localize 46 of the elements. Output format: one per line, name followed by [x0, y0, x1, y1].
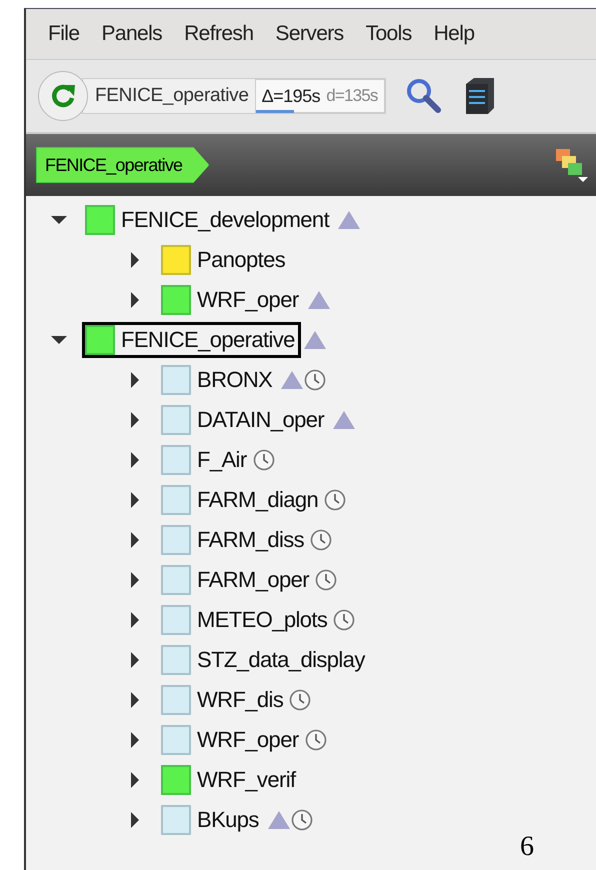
tree-node[interactable]: BKups [158, 802, 265, 838]
node-name: FENICE_development [121, 207, 330, 233]
tree-node[interactable]: DATAIN_oper [158, 402, 330, 438]
tree-node[interactable]: FARM_diss [158, 522, 310, 558]
server-name: FENICE_operative [95, 85, 249, 107]
tree-node[interactable]: WRF_oper [158, 282, 305, 318]
tree-node[interactable]: FENICE_development [82, 202, 336, 238]
node-name: F_Air [197, 447, 247, 473]
node-name: FENICE_operative [121, 327, 295, 353]
tree-node[interactable]: WRF_oper [158, 722, 305, 758]
tree-node[interactable]: STZ_data_display [158, 642, 371, 678]
node-name: BKups [197, 807, 259, 833]
node-name: WRF_verif [197, 767, 296, 793]
menu-item[interactable]: Refresh [184, 22, 254, 46]
node-name: BRONX [197, 367, 272, 393]
refresh-interval: d=135s [326, 86, 378, 106]
tree-node[interactable]: WRF_dis [158, 682, 290, 718]
node-name: FARM_diagn [197, 487, 318, 513]
refresh-button[interactable] [38, 71, 88, 121]
tree-node[interactable]: FARM_diagn [158, 482, 324, 518]
node-name: WRF_oper [197, 727, 299, 753]
tree-node[interactable]: BRONX [158, 362, 278, 398]
node-name: STZ_data_display [197, 647, 365, 673]
menu-item[interactable]: Tools [366, 22, 412, 46]
tree-node[interactable]: FARM_oper [158, 562, 315, 598]
tree-node[interactable]: METEO_plots [158, 602, 334, 638]
tree-node[interactable]: F_Air [158, 442, 253, 478]
menu-item[interactable]: File [48, 22, 80, 46]
node-name: FARM_diss [197, 527, 304, 553]
menu-item[interactable]: Servers [275, 22, 344, 46]
tree-node[interactable]: Panoptes [158, 242, 292, 278]
delta-time: Δ=195s [262, 86, 320, 106]
tree-node[interactable]: WRF_verif [158, 762, 302, 798]
node-name: WRF_oper [197, 287, 299, 313]
node-name: METEO_plots [197, 607, 328, 633]
windows-icon[interactable] [554, 147, 590, 183]
breadcrumb-item[interactable]: FENICE_operative [36, 147, 210, 183]
menu-item[interactable]: Panels [101, 22, 162, 46]
menu-item[interactable]: Help [434, 22, 474, 46]
node-name: FARM_oper [197, 567, 309, 593]
node-name: WRF_dis [197, 687, 284, 713]
node-name: DATAIN_oper [197, 407, 324, 433]
page-number: 6 [520, 831, 534, 863]
tree-node[interactable]: FENICE_operative [82, 322, 301, 358]
node-name: Panoptes [197, 247, 286, 273]
server-field[interactable]: FENICE_operative Δ=195s d=135s [82, 78, 386, 114]
